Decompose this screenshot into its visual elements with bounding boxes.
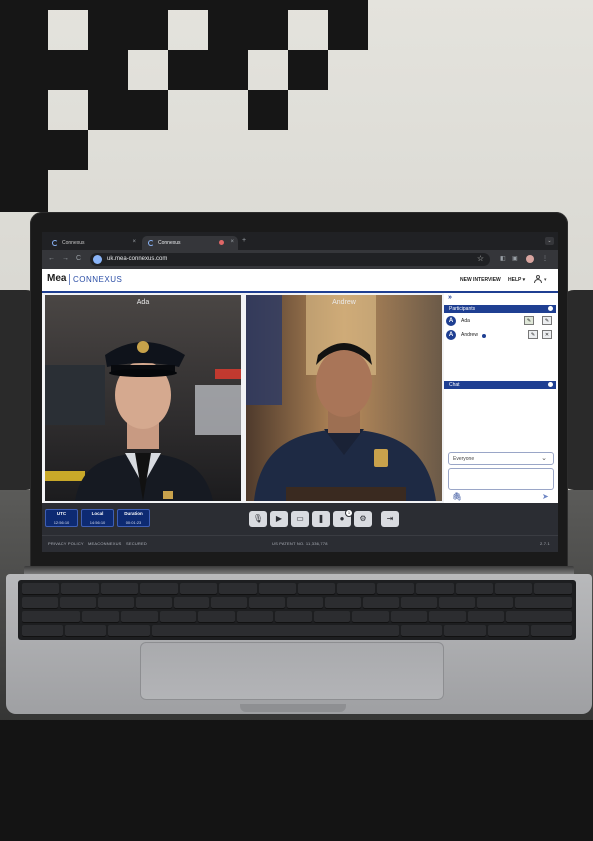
clock-value: 12:56:10 [53, 520, 70, 525]
leave-call-icon[interactable]: ⇥ [381, 511, 399, 527]
trackpad [140, 642, 444, 700]
recipient-value: Everyone [453, 456, 475, 462]
host-indicator-icon [482, 334, 486, 338]
clock-label: Duration [124, 511, 143, 516]
bookmark-icon[interactable]: ❚ [312, 511, 330, 527]
utc-clock: UTC 12:56:10 [45, 509, 78, 527]
new-interview-link[interactable]: NEW INTERVIEW [460, 277, 501, 283]
mute-microphone-icon[interactable]: 🎙 [249, 511, 267, 527]
keyboard [18, 580, 576, 640]
desk-front [0, 720, 593, 841]
laptop-notch [240, 704, 346, 712]
chat-bubble-icon[interactable]: ● 1 [333, 509, 353, 527]
secured-label: SECURED [126, 541, 147, 546]
mute-participant-icon[interactable]: ✎ [542, 316, 552, 325]
user-menu-chevron-icon[interactable]: ▾ [544, 277, 547, 283]
company-link[interactable]: MEACONNEXUS [88, 541, 122, 546]
app-footer: PRIVACY POLICY MEACONNEXUS SECURED US PA… [42, 535, 558, 552]
bookmark-star-icon[interactable]: ☆ [477, 254, 484, 263]
browser-tab-1[interactable]: Connexus × [46, 236, 140, 250]
clock-value: 00:01:23 [125, 520, 142, 525]
help-menu[interactable]: HELP ▾ [508, 277, 525, 283]
local-clock: Local 14:56:10 [81, 509, 114, 527]
user-account-icon[interactable] [534, 275, 542, 283]
extension-icon[interactable]: ◧ [500, 255, 506, 262]
browser-tab-bar: Connexus × Connexus × + ⌄ [42, 232, 558, 250]
expand-sidebar-icon[interactable]: » [448, 294, 452, 301]
browser-tab-2-active[interactable]: Connexus × [142, 236, 238, 250]
version-label: 2.7.1 [540, 541, 550, 546]
connexus-favicon-icon [52, 240, 58, 246]
send-message-icon[interactable]: ➤ [542, 492, 549, 501]
forward-button[interactable]: → [62, 255, 69, 262]
chevron-down-icon: ⌄ [541, 455, 547, 462]
laptop-screen: Connexus × Connexus × + ⌄ ← → C uk.mea-c… [42, 232, 558, 552]
participant-name: Ada [461, 318, 470, 324]
settings-gear-icon[interactable]: ⚙ [354, 511, 372, 527]
new-tab-button[interactable]: + [242, 237, 246, 244]
reload-button[interactable]: C [76, 255, 81, 262]
participants-header[interactable]: Participants [444, 305, 556, 313]
tab-label: Connexus [62, 240, 85, 246]
participant-name-label: Andrew [332, 299, 356, 306]
avatar: A [446, 330, 456, 340]
web-page: Mea CONNEXUS NEW INTERVIEW HELP ▾ ▾ Ada [42, 269, 558, 552]
mute-participant-icon[interactable]: ✎ [528, 330, 538, 339]
app-header: Mea CONNEXUS NEW INTERVIEW HELP ▾ ▾ [42, 269, 558, 293]
chat-message-input[interactable] [448, 468, 554, 490]
connexus-favicon-icon [148, 240, 154, 246]
photo-scene: Connexus × Connexus × + ⌄ ← → C uk.mea-c… [0, 0, 593, 841]
tab-search-icon[interactable]: ⌄ [545, 237, 554, 245]
chat-title: Chat [449, 382, 460, 388]
puzzle-extensions-icon[interactable]: ▣ [512, 255, 518, 262]
tab-label: Connexus [158, 240, 181, 246]
clock-label: Local [91, 511, 104, 516]
logo-mea[interactable]: Mea [47, 273, 66, 284]
recording-indicator-icon [219, 240, 224, 245]
participant-row-ada: A Ada ✎ ✎ [446, 316, 556, 327]
logo-connexus[interactable]: CONNEXUS [73, 275, 122, 284]
url-text: uk.mea-connexus.com [107, 256, 168, 262]
close-tab-icon[interactable]: × [132, 239, 136, 245]
close-tab-icon[interactable]: × [230, 239, 234, 245]
sidebar-panel: » Participants A Ada ✎ ✎ A Andrew ✎ ✕ Ch… [444, 293, 558, 503]
participant-name-label: Ada [136, 299, 150, 306]
browser-menu-icon[interactable]: ⋮ [542, 255, 548, 262]
url-field[interactable]: uk.mea-connexus.com ☆ [90, 253, 490, 266]
profile-avatar-icon[interactable] [526, 255, 534, 263]
video-conference-area: Ada Andrew » Participants A Ada ✎ ✎ A An… [42, 293, 558, 503]
avatar: A [446, 316, 456, 326]
pixel-pattern [0, 0, 48, 212]
edit-icon[interactable]: ✎ [524, 316, 534, 325]
browser-address-bar: ← → C uk.mea-connexus.com ☆ ◧ ▣ ⋮ [42, 250, 558, 269]
clock-label: UTC [56, 511, 67, 516]
notification-badge: 1 [345, 509, 353, 517]
duration-clock: Duration 00:01:23 [117, 509, 150, 527]
ada-video-feed [45, 295, 241, 501]
chat-header[interactable]: Chat [444, 381, 556, 389]
remove-participant-icon[interactable]: ✕ [542, 330, 552, 339]
participants-title: Participants [449, 306, 476, 312]
participant-row-andrew: A Andrew ✎ ✕ [446, 330, 556, 341]
patent-label: US PATENT NO. 11,336,778 [272, 541, 328, 546]
video-tile-andrew[interactable]: Andrew [246, 295, 442, 501]
site-info-icon[interactable] [93, 255, 102, 264]
back-button[interactable]: ← [48, 255, 55, 262]
privacy-policy-link[interactable]: PRIVACY POLICY [48, 541, 84, 546]
screen-share-icon[interactable]: ▭ [291, 511, 309, 527]
chat-info-icon[interactable] [548, 382, 553, 387]
attach-file-icon[interactable]: 🖇 [452, 492, 462, 501]
participants-info-icon[interactable] [548, 306, 553, 311]
participant-name: Andrew [461, 332, 478, 338]
camera-off-icon[interactable]: ▶ [270, 511, 288, 527]
video-tile-ada[interactable]: Ada [45, 295, 241, 501]
andrew-video-feed [246, 295, 442, 501]
logo-divider [69, 274, 70, 285]
call-toolbar: UTC 12:56:10 Local 14:56:10 Duration 00:… [42, 503, 558, 535]
recipient-select[interactable]: Everyone ⌄ [448, 452, 554, 465]
clock-value: 14:56:10 [89, 520, 106, 525]
